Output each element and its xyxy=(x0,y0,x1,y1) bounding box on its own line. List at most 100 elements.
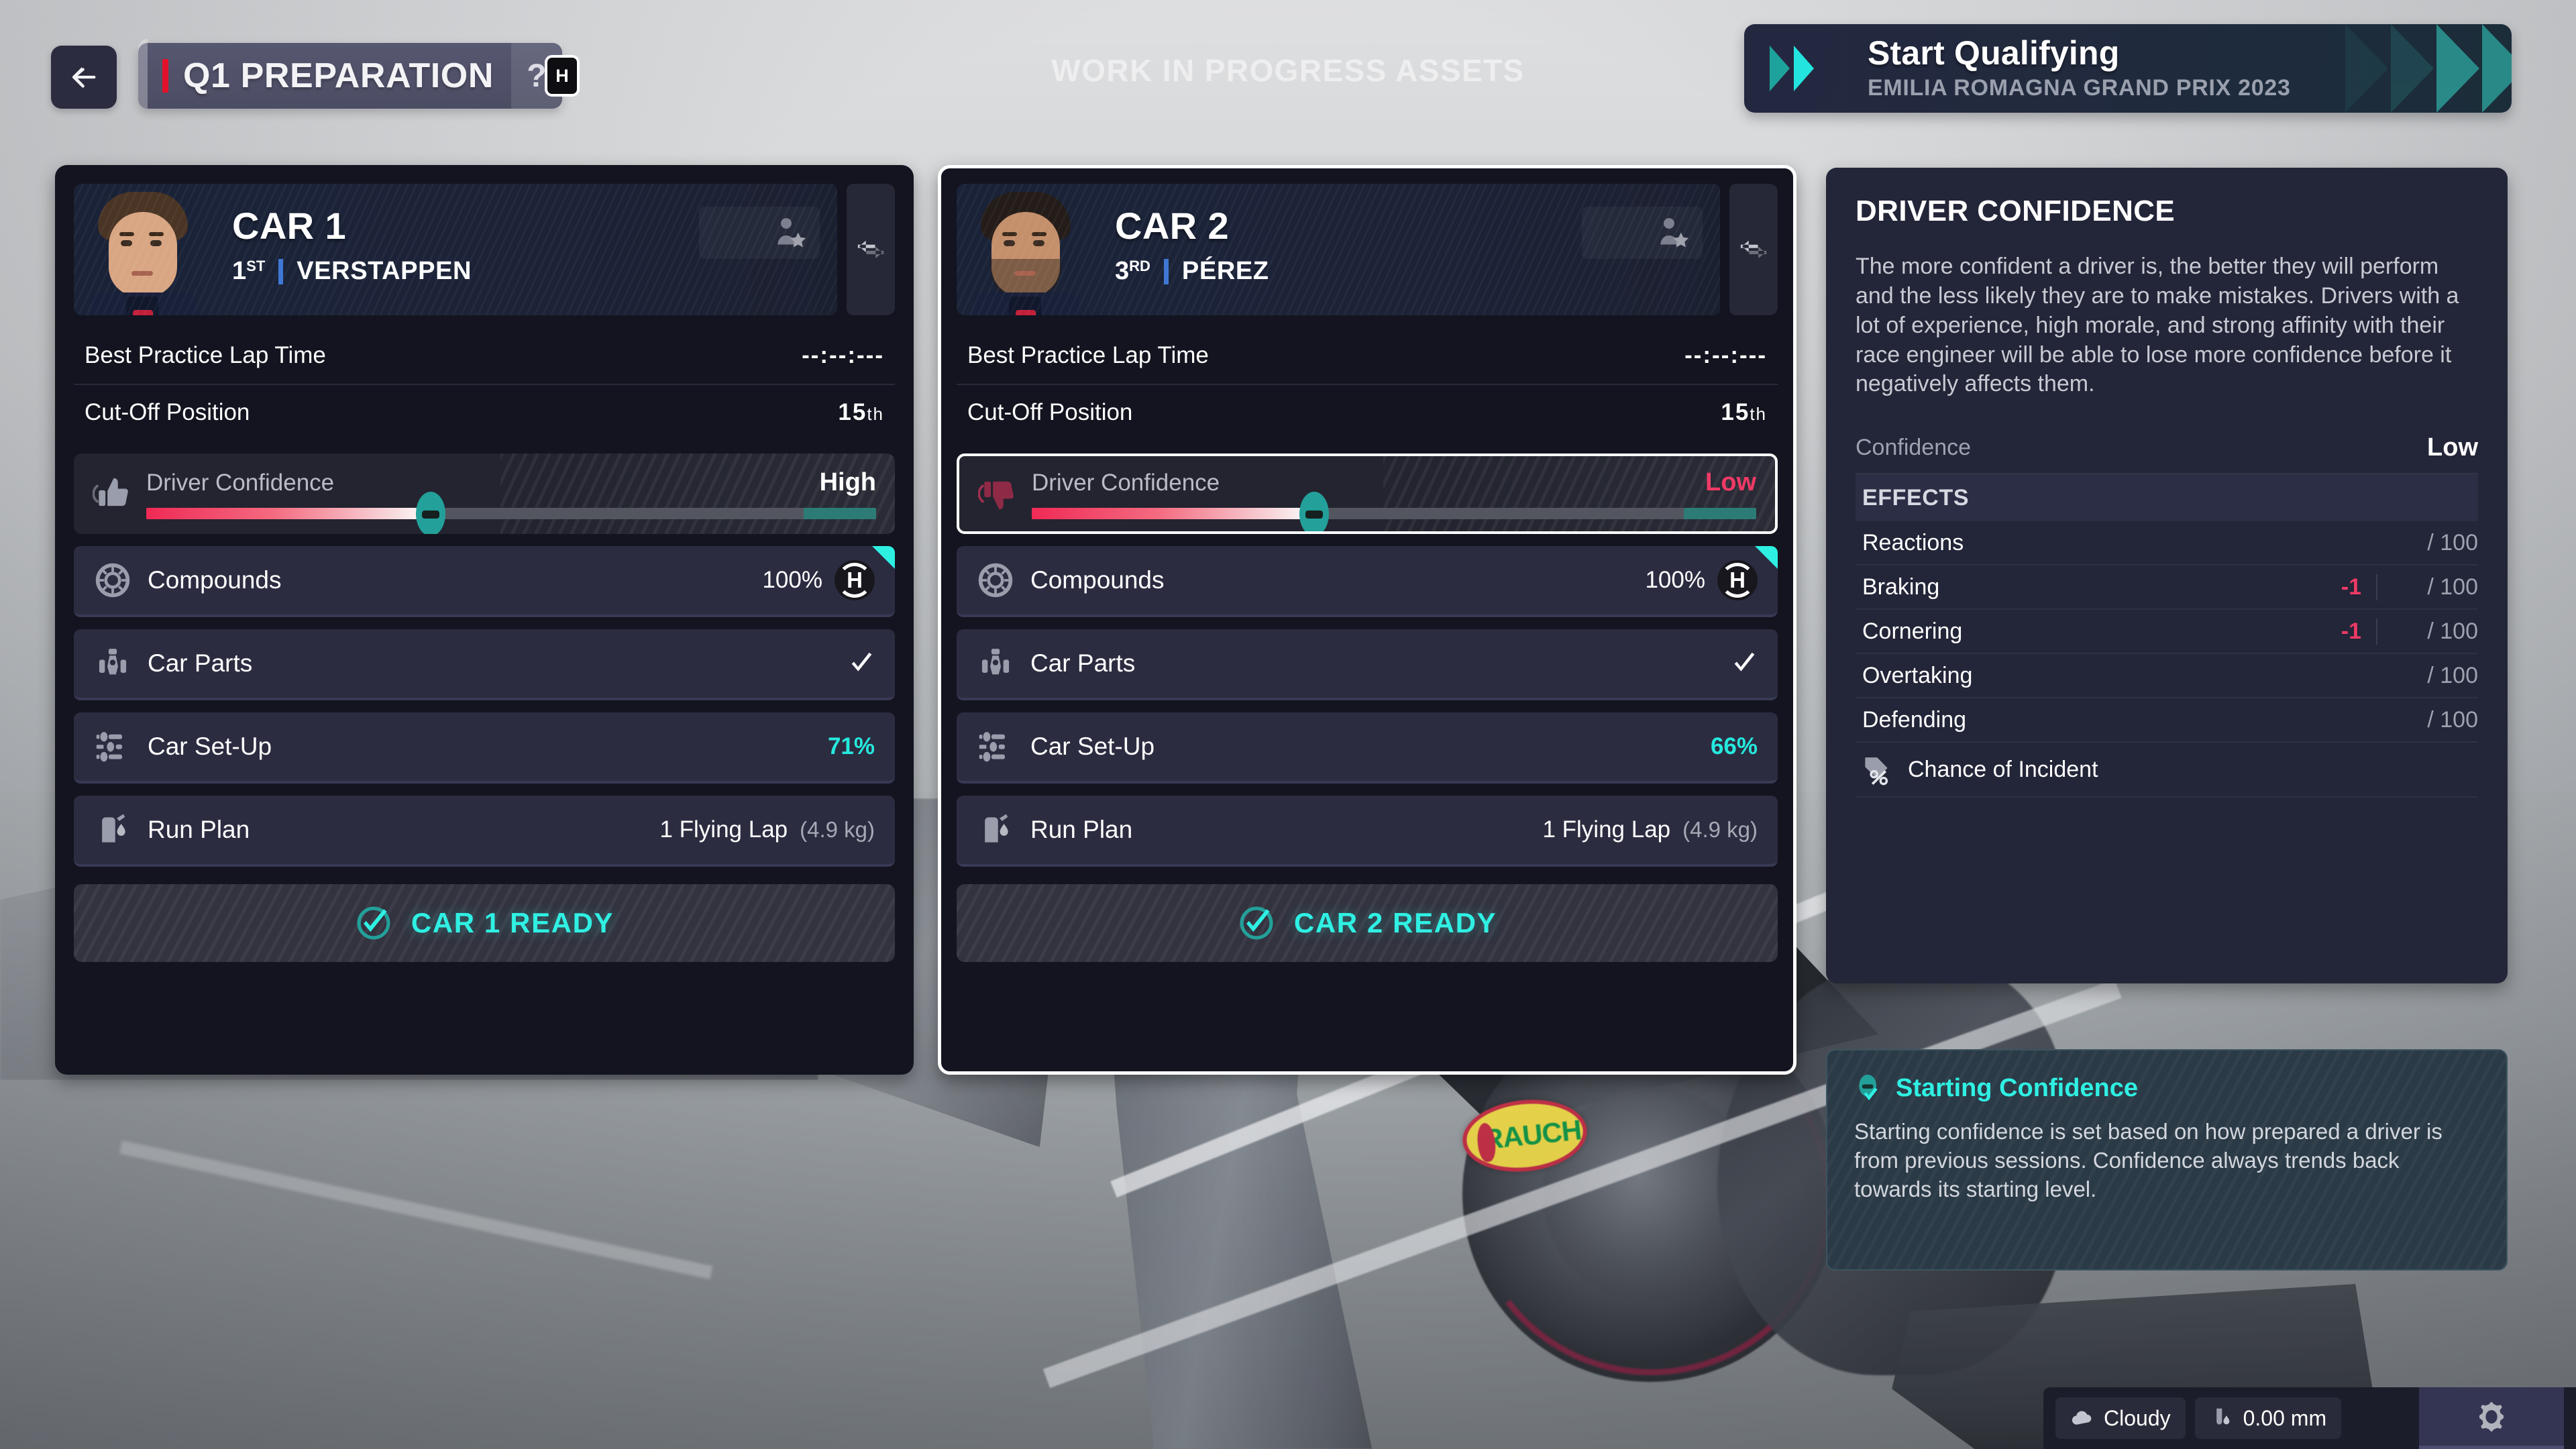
car-1-car-setup-row[interactable]: Car Set-Up 71% xyxy=(74,712,895,784)
car-2-car-setup-row[interactable]: Car Set-Up 66% xyxy=(957,712,1778,784)
effect-row: Cornering -1 / 100 xyxy=(1856,610,2478,655)
swap-drivers-button[interactable] xyxy=(1729,184,1778,315)
tyre-compound-badge: H xyxy=(835,560,875,600)
car-2-ready-label: CAR 2 READY xyxy=(1293,907,1497,938)
stat-value: 15th xyxy=(838,399,884,425)
car-1-position-suffix: ST xyxy=(246,258,266,274)
weather-label: Cloudy xyxy=(2104,1405,2171,1430)
car-1-driver-confidence[interactable]: Driver Confidence High xyxy=(74,453,895,534)
car-1-ready-label: CAR 1 READY xyxy=(411,907,614,938)
car-parts-icon xyxy=(981,649,1010,675)
effect-max: / 100 xyxy=(2427,618,2478,644)
thumbs-down-icon xyxy=(978,481,1014,510)
car-2-driver-confidence[interactable]: Driver Confidence Low xyxy=(957,453,1778,534)
ordinal-suffix: th xyxy=(867,404,884,424)
option-label: Compounds xyxy=(148,566,282,594)
stat-row: Cut-Off Position 15th xyxy=(957,384,1778,440)
effect-max: / 100 xyxy=(2427,529,2478,555)
stat-label: Cut-Off Position xyxy=(85,399,250,425)
confidence-summary-value: Low xyxy=(2427,433,2478,462)
stat-row: Best Practice Lap Time --:--:--- xyxy=(957,327,1778,384)
driver-star-icon xyxy=(1660,218,1689,248)
rainfall-label: 0.00 mm xyxy=(2243,1405,2327,1430)
rainfall-chip: 0.00 mm xyxy=(2194,1397,2342,1439)
effect-name: Braking xyxy=(1862,574,1940,600)
help-glyph: ? xyxy=(527,58,547,94)
chance-of-incident-row: Chance of Incident xyxy=(1856,743,2478,798)
check-icon xyxy=(1734,652,1755,672)
confidence-fill xyxy=(146,508,431,519)
driver-header: CAR 2 3 RD PÉREZ xyxy=(957,184,1778,315)
check-icon xyxy=(851,652,872,672)
option-label: Car Set-Up xyxy=(1030,733,1155,760)
car-2-compounds-row[interactable]: Compounds 100% H xyxy=(957,546,1778,617)
option-value xyxy=(848,650,875,677)
effect-name: Cornering xyxy=(1862,618,1963,644)
car-2-panel: CAR 2 3 RD PÉREZ Best Practice Lap Time … xyxy=(938,165,1796,1075)
driver-header: CAR 1 1 ST VERSTAPPEN xyxy=(74,184,895,315)
car-2-ready-button[interactable]: CAR 2 READY xyxy=(957,884,1778,962)
option-value: 1 Flying Lap (4.9 kg) xyxy=(1542,816,1758,843)
settings-button[interactable] xyxy=(2419,1387,2564,1449)
effect-modifier: -1 xyxy=(2243,618,2377,645)
option-value xyxy=(1731,650,1758,677)
tyre-icon xyxy=(978,563,1013,598)
stat-row: Best Practice Lap Time --:--:--- xyxy=(74,327,895,384)
fuel-icon xyxy=(102,814,125,843)
back-button[interactable] xyxy=(51,46,117,109)
tyre-icon xyxy=(95,563,130,598)
changed-flag-icon xyxy=(872,546,895,569)
car-1-position: 1 xyxy=(232,257,247,285)
swap-drivers-button[interactable] xyxy=(847,184,895,315)
incident-percent-icon xyxy=(1865,757,1888,786)
start-qualifying-button[interactable]: Start Qualifying EMILIA ROMAGNA GRAND PR… xyxy=(1744,24,2512,113)
option-value: 100% H xyxy=(762,560,875,600)
effect-name: Reactions xyxy=(1862,529,1964,555)
divider xyxy=(278,258,284,284)
option-label: Car Set-Up xyxy=(148,733,272,760)
car-1-title: CAR 1 xyxy=(232,205,347,247)
option-label: Run Plan xyxy=(1030,816,1133,843)
driver-portrait xyxy=(957,184,1094,315)
car-1-car-parts-row[interactable]: Car Parts xyxy=(74,629,895,700)
tip-title: Starting Confidence xyxy=(1896,1073,2139,1102)
car-2-car-parts-row[interactable]: Car Parts xyxy=(957,629,1778,700)
stat-value: 15th xyxy=(1721,399,1767,425)
option-label: Car Parts xyxy=(148,649,253,677)
effect-name: Defending xyxy=(1862,706,1967,733)
thumbs-up-icon xyxy=(93,478,128,506)
driver-card[interactable]: CAR 1 1 ST VERSTAPPEN xyxy=(74,184,837,315)
car-1-compounds-row[interactable]: Compounds 100% H xyxy=(74,546,895,617)
changed-flag-icon xyxy=(1755,546,1778,569)
swap-arrows-icon xyxy=(857,240,884,259)
driver-rating-box xyxy=(699,207,820,259)
confidence-target-cap xyxy=(1684,508,1756,519)
option-label: Car Parts xyxy=(1030,649,1136,677)
effects-header: EFFECTS xyxy=(1856,474,2478,522)
driver-card[interactable]: CAR 2 3 RD PÉREZ xyxy=(957,184,1720,315)
help-hotkey-badge: H xyxy=(544,55,580,97)
car-1-ready-button[interactable]: CAR 1 READY xyxy=(74,884,895,962)
divider xyxy=(1163,258,1169,284)
car-1-driver-name: VERSTAPPEN xyxy=(297,257,472,285)
confidence-track[interactable] xyxy=(146,492,876,534)
confidence-track[interactable] xyxy=(1032,492,1756,531)
gear-icon xyxy=(2479,1401,2504,1432)
avatar xyxy=(91,192,196,315)
car-2-run-plan-row[interactable]: Run Plan 1 Flying Lap (4.9 kg) xyxy=(957,796,1778,867)
effect-name: Overtaking xyxy=(1862,662,1973,688)
option-value: 66% xyxy=(1710,733,1758,759)
car-2-driver-name: PÉREZ xyxy=(1181,257,1269,285)
option-value: 100% H xyxy=(1645,560,1758,600)
info-panel-title: DRIVER CONFIDENCE xyxy=(1856,195,2176,227)
car-2-position: 3 xyxy=(1115,257,1130,285)
stat-label: Best Practice Lap Time xyxy=(967,342,1209,368)
effect-modifier: -1 xyxy=(2243,574,2377,600)
driver-rating-box xyxy=(1582,207,1703,259)
game-screen: RAUCH Q1 PREPARATION ? H WORK IN PROGRES… xyxy=(0,0,2576,1449)
status-bar: Cloudy 0.00 mm xyxy=(2043,1387,2576,1449)
start-qualifying-label: Start Qualifying xyxy=(1868,34,2120,72)
car-1-run-plan-row[interactable]: Run Plan 1 Flying Lap (4.9 kg) xyxy=(74,796,895,867)
help-button[interactable]: ? H xyxy=(511,43,580,109)
car-1-stats: Best Practice Lap Time --:--:--- Cut-Off… xyxy=(74,327,895,440)
